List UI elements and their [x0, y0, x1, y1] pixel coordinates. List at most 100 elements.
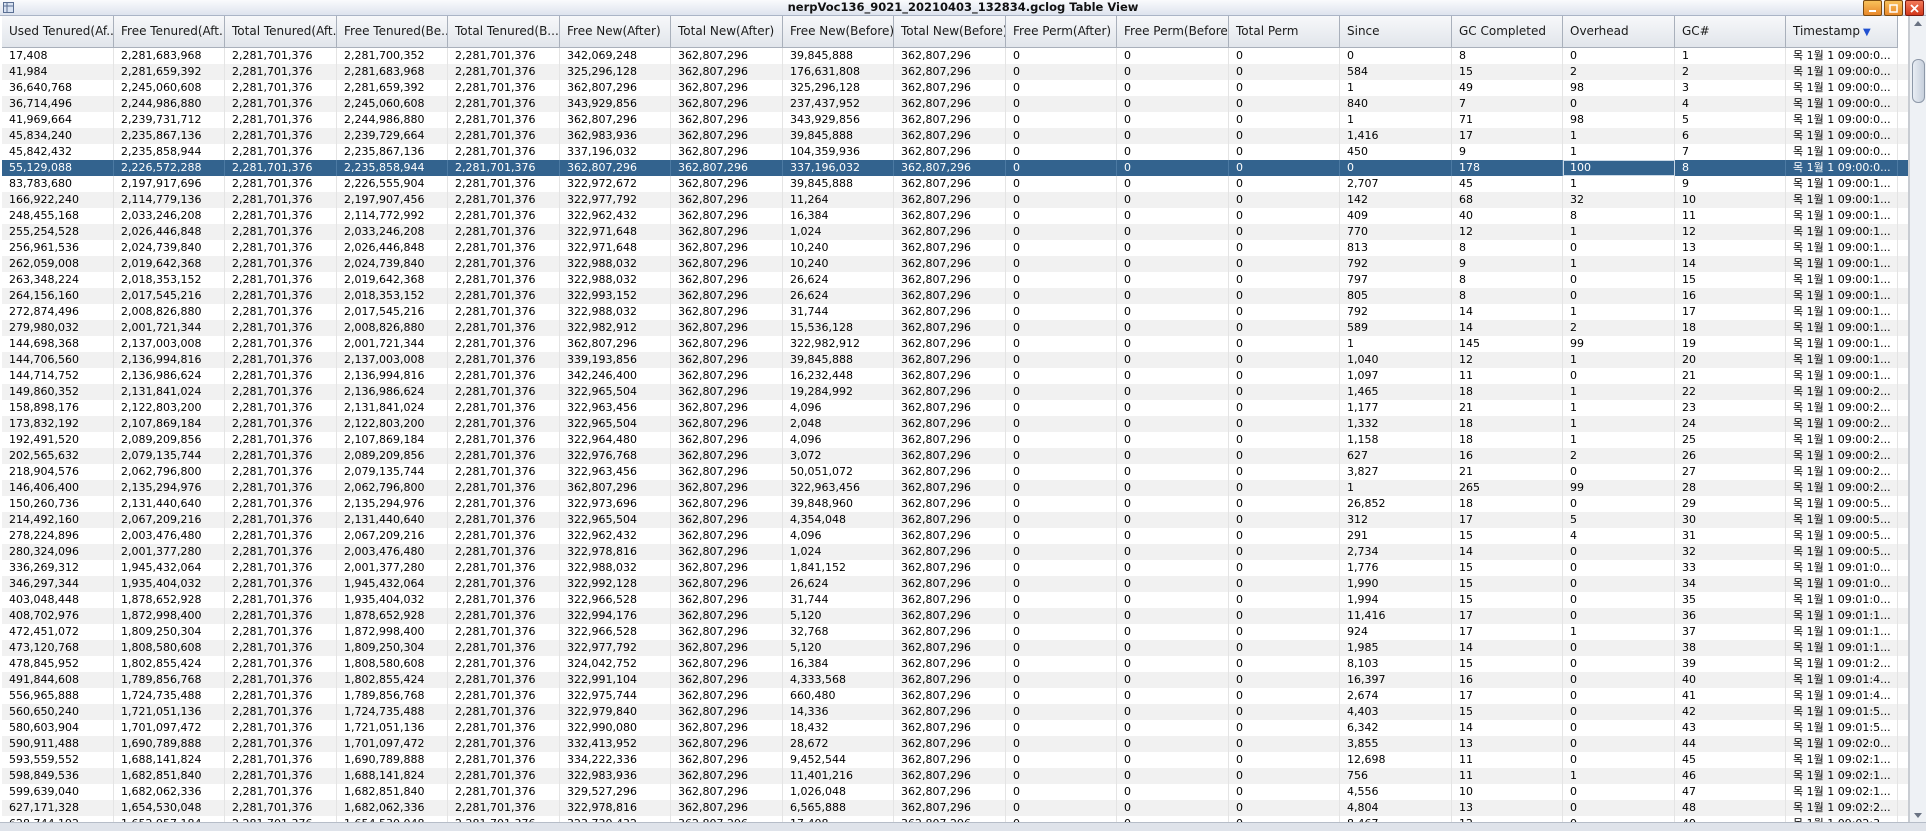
- table-row[interactable]: 36,714,496 2,244,986,880 2,281,701,376 2,24…: [2, 96, 1908, 112]
- table-row[interactable]: 41,969,664 2,239,731,712 2,281,701,376 2,24…: [2, 112, 1908, 128]
- table-row[interactable]: 627,171,328 1,654,530,048 2,281,701,376 1,6…: [2, 800, 1908, 816]
- cell-total-tenured-before: 2,281,701,376: [448, 368, 560, 384]
- column-header-total-tenured-after[interactable]: Total Tenured(Aft...: [225, 16, 337, 48]
- cell-free-perm-before: 0: [1117, 640, 1229, 656]
- table-row[interactable]: 403,048,448 1,878,652,928 2,281,701,376 1,9…: [2, 592, 1908, 608]
- window-title-bar[interactable]: nerpVoc136_9021_20210403_132834.gclog Ta…: [0, 0, 1926, 16]
- column-header-free-new-before[interactable]: Free New(Before): [783, 16, 894, 48]
- gc-log-table[interactable]: Used Tenured(Af... Free Tenured(Aft... Tot…: [2, 16, 1909, 823]
- cell-total-tenured-after: 2,281,701,376: [225, 144, 337, 160]
- table-row[interactable]: 598,849,536 1,682,851,840 2,281,701,376 1,6…: [2, 768, 1908, 784]
- table-row[interactable]: 280,324,096 2,001,377,280 2,281,701,376 2,0…: [2, 544, 1908, 560]
- table-row[interactable]: 146,406,400 2,135,294,976 2,281,701,376 2,0…: [2, 480, 1908, 496]
- column-header-total-tenured-before[interactable]: Total Tenured(B...: [448, 16, 560, 48]
- vertical-scrollbar[interactable]: [1909, 16, 1926, 823]
- table-row[interactable]: 278,224,896 2,003,476,480 2,281,701,376 2,0…: [2, 528, 1908, 544]
- table-row[interactable]: 491,844,608 1,789,856,768 2,281,701,376 1,8…: [2, 672, 1908, 688]
- scrollbar-thumb[interactable]: [1912, 59, 1925, 103]
- table-row[interactable]: 256,961,536 2,024,739,840 2,281,701,376 2,0…: [2, 240, 1908, 256]
- cell-timestamp: 목 1월 1 09:00:1...: [1786, 256, 1898, 272]
- cell-total-new-after: 362,807,296: [671, 288, 783, 304]
- cell-total-perm: 0: [1229, 320, 1340, 336]
- minimize-button[interactable]: [1863, 0, 1882, 16]
- table-row[interactable]: 173,832,192 2,107,869,184 2,281,701,376 2,1…: [2, 416, 1908, 432]
- table-row[interactable]: 41,984 2,281,659,392 2,281,701,376 2,281,68…: [2, 64, 1908, 80]
- table-row[interactable]: 472,451,072 1,809,250,304 2,281,701,376 1,8…: [2, 624, 1908, 640]
- table-row[interactable]: 83,783,680 2,197,917,696 2,281,701,376 2,22…: [2, 176, 1908, 192]
- table-row[interactable]: 473,120,768 1,808,580,608 2,281,701,376 1,8…: [2, 640, 1908, 656]
- column-header-free-perm-before[interactable]: Free Perm(Before): [1117, 16, 1229, 48]
- table-row[interactable]: 599,639,040 1,682,062,336 2,281,701,376 1,6…: [2, 784, 1908, 800]
- table-row[interactable]: 556,965,888 1,724,735,488 2,281,701,376 1,7…: [2, 688, 1908, 704]
- table-row[interactable]: 144,714,752 2,136,986,624 2,281,701,376 2,1…: [2, 368, 1908, 384]
- cell-free-perm-after: 0: [1006, 784, 1117, 800]
- table-row[interactable]: 279,980,032 2,001,721,344 2,281,701,376 2,0…: [2, 320, 1908, 336]
- column-header-free-tenured-before[interactable]: Free Tenured(Be...: [337, 16, 448, 48]
- cell-timestamp: 목 1월 1 09:01:1...: [1786, 640, 1898, 656]
- table-row[interactable]: 408,702,976 1,872,998,400 2,281,701,376 1,8…: [2, 608, 1908, 624]
- table-row[interactable]: 166,922,240 2,114,779,136 2,281,701,376 2,1…: [2, 192, 1908, 208]
- table-row[interactable]: 248,455,168 2,033,246,208 2,281,701,376 2,1…: [2, 208, 1908, 224]
- column-header-used-tenured-after[interactable]: Used Tenured(Af...: [2, 16, 114, 48]
- cell-total-new-before: 362,807,296: [894, 464, 1006, 480]
- table-row[interactable]: 593,559,552 1,688,141,824 2,281,701,376 1,6…: [2, 752, 1908, 768]
- table-row[interactable]: 590,911,488 1,690,789,888 2,281,701,376 1,7…: [2, 736, 1908, 752]
- close-button[interactable]: [1905, 0, 1924, 16]
- table-row[interactable]: 255,254,528 2,026,446,848 2,281,701,376 2,0…: [2, 224, 1908, 240]
- column-header-gc-completed[interactable]: GC Completed: [1452, 16, 1563, 48]
- cell-used-tenured-after: 472,451,072: [2, 624, 114, 640]
- table-row[interactable]: 45,834,240 2,235,867,136 2,281,701,376 2,23…: [2, 128, 1908, 144]
- table-row[interactable]: 36,640,768 2,245,060,608 2,281,701,376 2,28…: [2, 80, 1908, 96]
- cell-free-perm-after: 0: [1006, 544, 1117, 560]
- table-row[interactable]: 192,491,520 2,089,209,856 2,281,701,376 2,1…: [2, 432, 1908, 448]
- column-header-total-perm[interactable]: Total Perm: [1229, 16, 1340, 48]
- table-row[interactable]: 144,706,560 2,136,994,816 2,281,701,376 2,1…: [2, 352, 1908, 368]
- table-row[interactable]: 580,603,904 1,701,097,472 2,281,701,376 1,7…: [2, 720, 1908, 736]
- cell-total-new-before: 362,807,296: [894, 112, 1006, 128]
- column-header-overhead[interactable]: Overhead: [1563, 16, 1675, 48]
- table-row[interactable]: 45,842,432 2,235,858,944 2,281,701,376 2,23…: [2, 144, 1908, 160]
- cell-free-tenured-before: 1,690,789,888: [337, 752, 448, 768]
- table-row[interactable]: 202,565,632 2,079,135,744 2,281,701,376 2,0…: [2, 448, 1908, 464]
- cell-free-tenured-after: 2,197,917,696: [114, 176, 225, 192]
- cell-free-new-after: 322,964,480: [560, 432, 671, 448]
- cell-since: 1: [1340, 336, 1452, 352]
- table-row[interactable]: 263,348,224 2,018,353,152 2,281,701,376 2,0…: [2, 272, 1908, 288]
- column-header-timestamp[interactable]: Timestamp ▼: [1786, 16, 1898, 48]
- scroll-down-button[interactable]: [1910, 809, 1926, 823]
- column-header-since[interactable]: Since: [1340, 16, 1452, 48]
- cell-free-perm-after: 0: [1006, 640, 1117, 656]
- table-row[interactable]: 336,269,312 1,945,432,064 2,281,701,376 2,0…: [2, 560, 1908, 576]
- cell-total-new-before: 362,807,296: [894, 528, 1006, 544]
- table-row[interactable]: 264,156,160 2,017,545,216 2,281,701,376 2,0…: [2, 288, 1908, 304]
- cell-free-perm-after: 0: [1006, 608, 1117, 624]
- column-header-free-perm-after[interactable]: Free Perm(After): [1006, 16, 1117, 48]
- table-row[interactable]: 262,059,008 2,019,642,368 2,281,701,376 2,0…: [2, 256, 1908, 272]
- cell-since: 6,342: [1340, 720, 1452, 736]
- column-header-total-new-before[interactable]: Total New(Before): [894, 16, 1006, 48]
- column-header-free-tenured-after[interactable]: Free Tenured(Aft...: [114, 16, 225, 48]
- cell-free-tenured-before: 2,136,994,816: [337, 368, 448, 384]
- table-row[interactable]: 17,408 2,281,683,968 2,281,701,376 2,281,70…: [2, 48, 1908, 64]
- table-row[interactable]: 218,904,576 2,062,796,800 2,281,701,376 2,0…: [2, 464, 1908, 480]
- table-row[interactable]: 158,898,176 2,122,803,200 2,281,701,376 2,1…: [2, 400, 1908, 416]
- cell-free-perm-before: 0: [1117, 112, 1229, 128]
- table-row[interactable]: 144,698,368 2,137,003,008 2,281,701,376 2,0…: [2, 336, 1908, 352]
- cell-free-perm-after: 0: [1006, 736, 1117, 752]
- table-row-selected[interactable]: 55,129,088 2,226,572,288 2,281,701,376 2,23…: [2, 160, 1908, 176]
- maximize-button[interactable]: [1884, 0, 1903, 16]
- table-row[interactable]: 150,260,736 2,131,440,640 2,281,701,376 2,1…: [2, 496, 1908, 512]
- table-row[interactable]: 272,874,496 2,008,826,880 2,281,701,376 2,0…: [2, 304, 1908, 320]
- cell-free-perm-after: 0: [1006, 768, 1117, 784]
- column-header-gc-number[interactable]: GC#: [1675, 16, 1786, 48]
- scroll-up-button[interactable]: [1910, 16, 1926, 30]
- table-row[interactable]: 478,845,952 1,802,855,424 2,281,701,376 1,8…: [2, 656, 1908, 672]
- table-row[interactable]: 149,860,352 2,131,841,024 2,281,701,376 2,1…: [2, 384, 1908, 400]
- table-row[interactable]: 346,297,344 1,935,404,032 2,281,701,376 1,9…: [2, 576, 1908, 592]
- cell-since: 1,332: [1340, 416, 1452, 432]
- table-row[interactable]: 560,650,240 1,721,051,136 2,281,701,376 1,7…: [2, 704, 1908, 720]
- table-row[interactable]: 214,492,160 2,067,209,216 2,281,701,376 2,1…: [2, 512, 1908, 528]
- cell-free-new-after: 322,978,816: [560, 800, 671, 816]
- column-header-total-new-after[interactable]: Total New(After): [671, 16, 783, 48]
- column-header-free-new-after[interactable]: Free New(After): [560, 16, 671, 48]
